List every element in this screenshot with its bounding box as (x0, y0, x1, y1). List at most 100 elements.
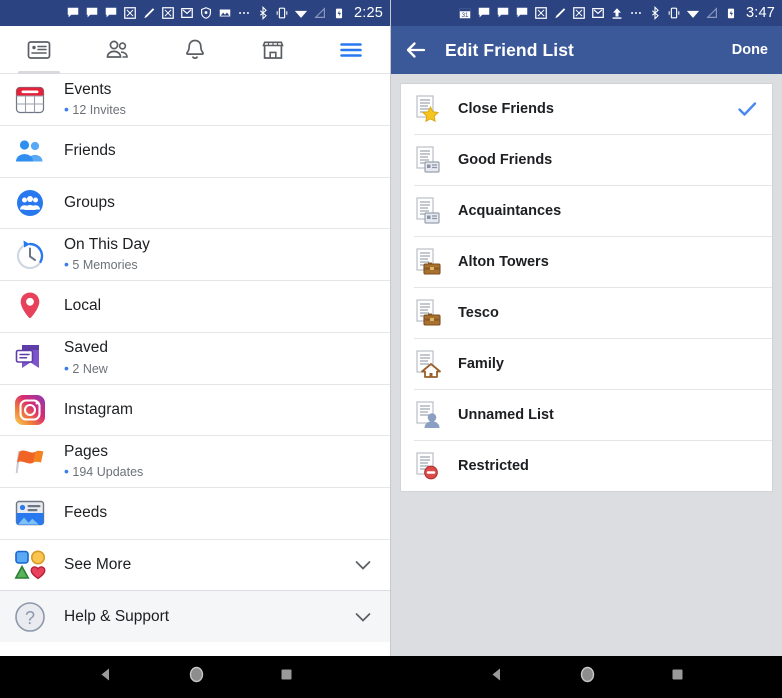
menu-item-sub-text: 2 New (72, 361, 108, 376)
photo-sync-icon (535, 7, 547, 19)
left-clock: 2:25 (353, 5, 383, 21)
upload-icon (612, 8, 622, 19)
photo-sync-icon (162, 7, 174, 19)
friend-list-label: Good Friends (458, 152, 553, 168)
back-arrow-icon[interactable] (403, 37, 429, 63)
menu-item-saved[interactable]: Saved • 2 New (0, 332, 390, 384)
menu-item-instagram-text: Instagram (64, 400, 374, 420)
more-icon (631, 12, 641, 14)
menu-item-label: Local (64, 297, 102, 315)
friend-list-row-family[interactable]: Family (401, 339, 772, 389)
back-button[interactable] (488, 666, 505, 688)
home-button[interactable] (578, 665, 597, 689)
friend-list-row-close-friends[interactable]: Close Friends (401, 84, 772, 134)
android-navigation-bars (0, 656, 782, 698)
checkmark-placeholder (736, 302, 758, 324)
friend-list-row-restricted[interactable]: Restricted (401, 441, 772, 491)
wifi-icon (294, 10, 308, 18)
menu-item-label: Saved (64, 339, 108, 357)
calendar-31-icon: 31 (459, 8, 471, 19)
friend-list-label: Unnamed List (458, 407, 554, 423)
checkmark-placeholder (736, 200, 758, 222)
edit-icon (555, 8, 566, 19)
left-status-icons (66, 6, 346, 20)
bookmark-icon (10, 338, 50, 378)
menu-item-help-support[interactable]: ? Help & Support (0, 590, 390, 642)
menu-item-pages-text: Pages • 194 Updates (64, 442, 374, 482)
menu-item-sub-text: 194 Updates (72, 465, 144, 480)
menu-tab[interactable] (323, 26, 379, 74)
gmail-icon (181, 8, 193, 18)
battery-icon (727, 8, 735, 19)
menu-item-groups[interactable]: Groups (0, 177, 390, 228)
signal-icon (314, 7, 325, 18)
friend-list-label: Alton Towers (458, 254, 549, 270)
feeds-image-icon (10, 493, 50, 533)
photo-sync-icon (573, 7, 585, 19)
menu-item-groups-text: Groups (64, 193, 374, 213)
checkmark-placeholder (736, 251, 758, 273)
menu-item-pages[interactable]: Pages • 194 Updates (0, 436, 390, 487)
friends-icon (106, 40, 128, 58)
menu-item-label: Events (64, 80, 112, 98)
right-phone-screen: 31 3:47 Edit Friend List Done Close Frie… (391, 0, 782, 698)
friend-list-row-alton-towers[interactable]: Alton Towers (401, 237, 772, 287)
chevron-down-icon[interactable] (352, 554, 374, 576)
checkmark-placeholder (736, 404, 758, 426)
menu-item-friends[interactable]: Friends (0, 126, 390, 177)
menu-item-see-more-text: See More (64, 555, 352, 575)
signal-icon (706, 7, 717, 18)
menu-item-friends-text: Friends (64, 141, 374, 161)
friend-list-label: Acquaintances (458, 203, 562, 219)
list-card-icon (414, 196, 444, 226)
menu-item-sub-text: 5 Memories (72, 258, 138, 273)
left-phone-screen: 2:25 Events • 12 Invites Friends Groups … (0, 0, 391, 698)
menu-item-label: Feeds (64, 504, 108, 522)
friend-list-row-tesco[interactable]: Tesco (401, 288, 772, 338)
back-button[interactable] (97, 666, 114, 688)
list-restricted-icon (414, 451, 444, 481)
menu-item-local[interactable]: Local (0, 281, 390, 332)
list-star-icon (414, 94, 444, 124)
recents-button[interactable] (279, 667, 294, 687)
list-house-icon (414, 349, 444, 379)
left-menu-list: Events • 12 Invites Friends Groups On Th… (0, 74, 390, 698)
menu-item-feeds[interactable]: Feeds (0, 488, 390, 539)
menu-item-sublabel: • 194 Updates (64, 463, 144, 480)
marketplace-tab[interactable] (245, 26, 301, 74)
list-briefcase-icon (414, 298, 444, 328)
menu-item-instagram[interactable]: Instagram (0, 384, 390, 435)
menu-item-events-text: Events • 12 Invites (64, 80, 374, 120)
menu-item-help-support-text: Help & Support (64, 607, 352, 627)
list-card-icon (414, 145, 444, 175)
right-clock: 3:47 (745, 5, 775, 21)
friend-list-row-good-friends[interactable]: Good Friends (401, 135, 772, 185)
checkmark-placeholder (736, 455, 758, 477)
news-feed-tab[interactable] (11, 26, 67, 74)
menu-item-see-more[interactable]: See More (0, 539, 390, 590)
menu-item-label: Pages (64, 442, 108, 460)
done-button[interactable]: Done (732, 42, 768, 58)
chevron-down-icon[interactable] (352, 606, 374, 628)
recents-button[interactable] (670, 667, 685, 687)
menu-item-local-text: Local (64, 296, 374, 316)
menu-item-on-this-day[interactable]: On This Day • 5 Memories (0, 229, 390, 280)
menu-item-label: Groups (64, 193, 115, 211)
more-icon (239, 12, 249, 14)
hamburger-menu-icon (340, 42, 362, 57)
friend-list-row-acquaintances[interactable]: Acquaintances (401, 186, 772, 236)
notifications-tab[interactable] (167, 26, 223, 74)
edit-icon (144, 8, 155, 19)
friend-list-label: Close Friends (458, 101, 554, 117)
photo-sync-icon (124, 7, 136, 19)
battery-icon (335, 8, 343, 19)
left-top-navigation (0, 26, 390, 74)
calendar-icon (10, 80, 50, 120)
page-title: Edit Friend List (445, 39, 574, 60)
checkmark-icon (736, 98, 758, 120)
clock-history-icon (10, 235, 50, 275)
friends-tab[interactable] (89, 26, 145, 74)
menu-item-events[interactable]: Events • 12 Invites (0, 74, 390, 125)
home-button[interactable] (187, 665, 206, 689)
friend-list-row-unnamed-list[interactable]: Unnamed List (401, 390, 772, 440)
